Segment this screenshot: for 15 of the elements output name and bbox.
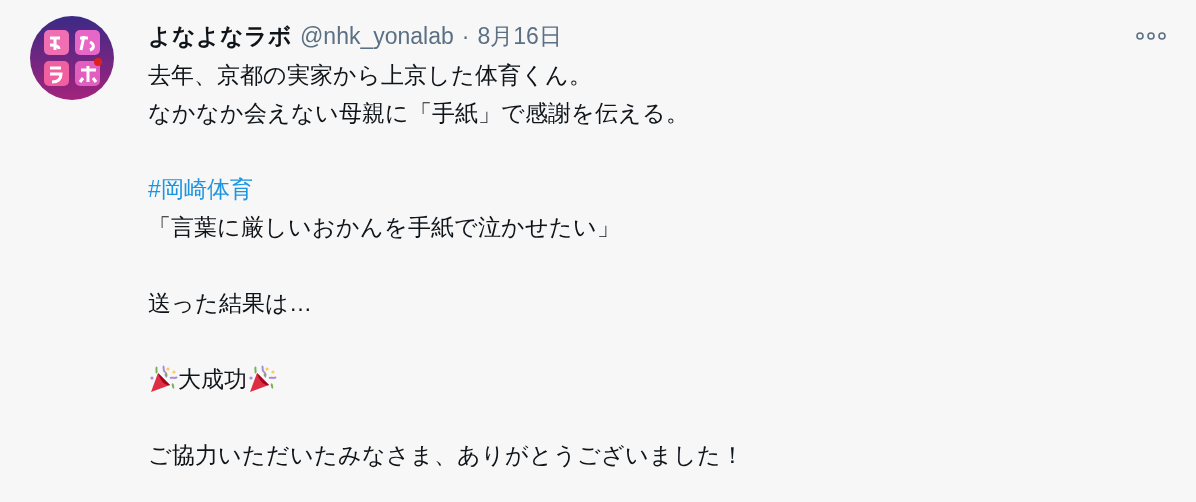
more-icon[interactable]	[1136, 32, 1166, 40]
tweet-text: なかなか会えない母親に「手紙」で感謝を伝える。	[148, 99, 689, 128]
tweet-text: 「言葉に厳しいおかんを手紙で泣かせたい」	[148, 213, 620, 242]
author-name[interactable]: よなよなラボ	[148, 24, 292, 48]
author-handle[interactable]: @nhk_yonalab	[300, 24, 454, 48]
tweet-text: 去年、京都の実家から上京した体育くん。	[148, 61, 592, 90]
avatar-icon[interactable]	[30, 16, 114, 100]
tweet-text: ご協力いただいたみなさま、ありがとうございました！	[148, 441, 744, 470]
tweet-date[interactable]: 8月16日	[477, 24, 562, 48]
separator: ·	[461, 24, 470, 48]
party-popper-icon	[247, 364, 277, 394]
tweet-text: 送った結果は…	[148, 289, 312, 318]
party-popper-icon	[148, 364, 178, 394]
tweet-text: 大成功	[178, 365, 247, 394]
hashtag-link[interactable]: #岡崎体育	[148, 170, 253, 208]
